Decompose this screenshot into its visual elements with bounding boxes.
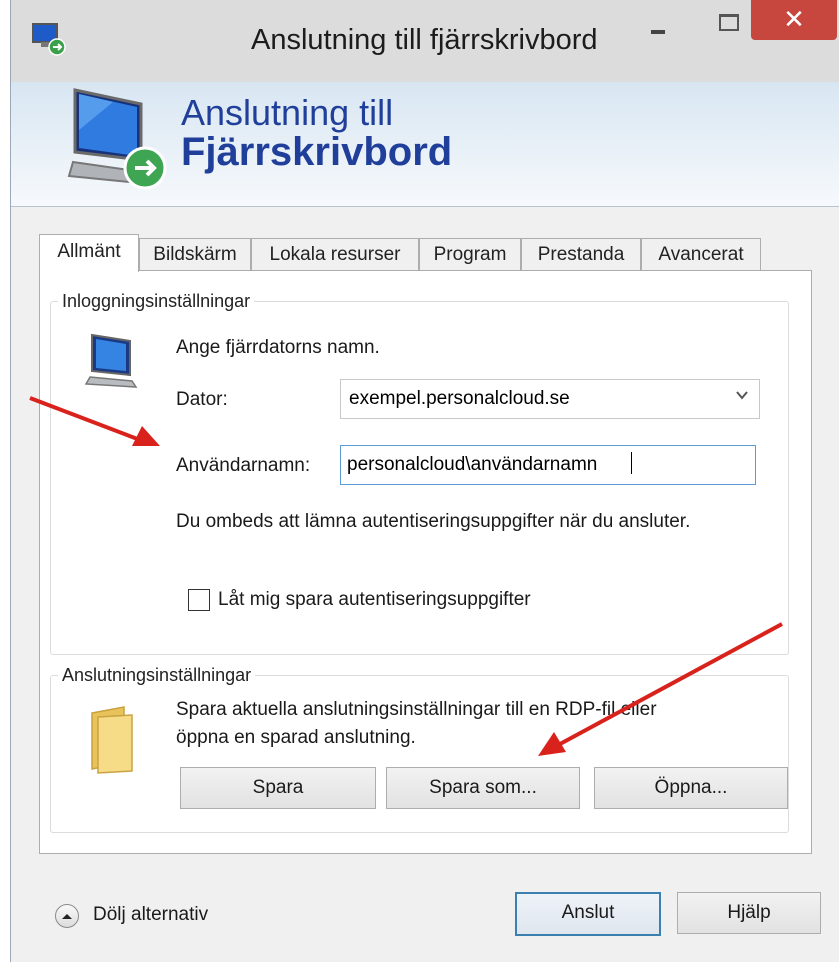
- tab-general[interactable]: Allmänt: [39, 234, 139, 272]
- username-value: personalcloud\användarnamn: [347, 454, 598, 475]
- tab-programs[interactable]: Program: [419, 238, 521, 272]
- save-as-button[interactable]: Spara som...: [386, 767, 580, 809]
- hide-options-label[interactable]: Dölj alternativ: [93, 904, 208, 926]
- remote-desktop-monitor-icon: [67, 88, 167, 190]
- remote-desktop-icon: [32, 23, 66, 56]
- username-input[interactable]: personalcloud\användarnamn: [340, 445, 756, 485]
- open-button[interactable]: Öppna...: [594, 767, 788, 809]
- computer-combobox[interactable]: exempel.personalcloud.se: [340, 379, 760, 419]
- connect-button[interactable]: Anslut: [515, 892, 661, 936]
- username-label: Användarnamn:: [176, 455, 311, 476]
- window-title: Anslutning till fjärrskrivbord: [251, 24, 598, 56]
- folder-icon: [91, 706, 133, 774]
- help-button[interactable]: Hjälp: [677, 892, 821, 934]
- tab-advanced[interactable]: Avancerat: [641, 238, 761, 272]
- computer-label: Dator:: [176, 389, 228, 410]
- hide-options-toggle[interactable]: [55, 904, 79, 928]
- credentials-note: Du ombeds att lämna autentiseringsuppgif…: [176, 511, 691, 532]
- login-settings-title: Inloggningsinställningar: [58, 291, 255, 312]
- maximize-button[interactable]: [701, 0, 755, 48]
- banner-title-line1: Anslutning till: [181, 92, 394, 133]
- chevron-up-icon: [62, 914, 72, 919]
- header-banner: Anslutning till Fjärrskrivbord: [11, 82, 839, 207]
- chevron-down-icon[interactable]: [735, 388, 749, 402]
- tab-performance[interactable]: Prestanda: [521, 238, 641, 272]
- save-credentials-label[interactable]: Låt mig spara autentiseringsuppgifter: [218, 589, 531, 611]
- computer-icon: [84, 333, 138, 388]
- minimize-button[interactable]: [631, 0, 685, 48]
- close-button[interactable]: ✕: [751, 0, 837, 40]
- computer-value: exempel.personalcloud.se: [349, 388, 570, 409]
- rdp-window: Anslutning till fjärrskrivbord ✕ Anslutn…: [10, 0, 839, 962]
- tab-panel-general: Inloggningsinställningar Ange fjärrdator…: [39, 270, 812, 854]
- connection-description-line2: öppna en sparad anslutning.: [176, 727, 416, 748]
- tab-display[interactable]: Bildskärm: [139, 238, 251, 272]
- remote-computer-instruction: Ange fjärrdatorns namn.: [176, 337, 380, 358]
- save-credentials-checkbox[interactable]: [188, 589, 210, 611]
- tab-local-resources[interactable]: Lokala resurser: [251, 238, 419, 272]
- connection-settings-title: Anslutningsinställningar: [58, 665, 256, 686]
- save-button[interactable]: Spara: [180, 767, 376, 809]
- title-bar[interactable]: Anslutning till fjärrskrivbord ✕: [11, 0, 839, 82]
- connection-description-line1: Spara aktuella anslutningsinställningar …: [176, 699, 657, 720]
- text-caret: [631, 452, 632, 474]
- banner-title-line2: Fjärrskrivbord: [181, 130, 453, 174]
